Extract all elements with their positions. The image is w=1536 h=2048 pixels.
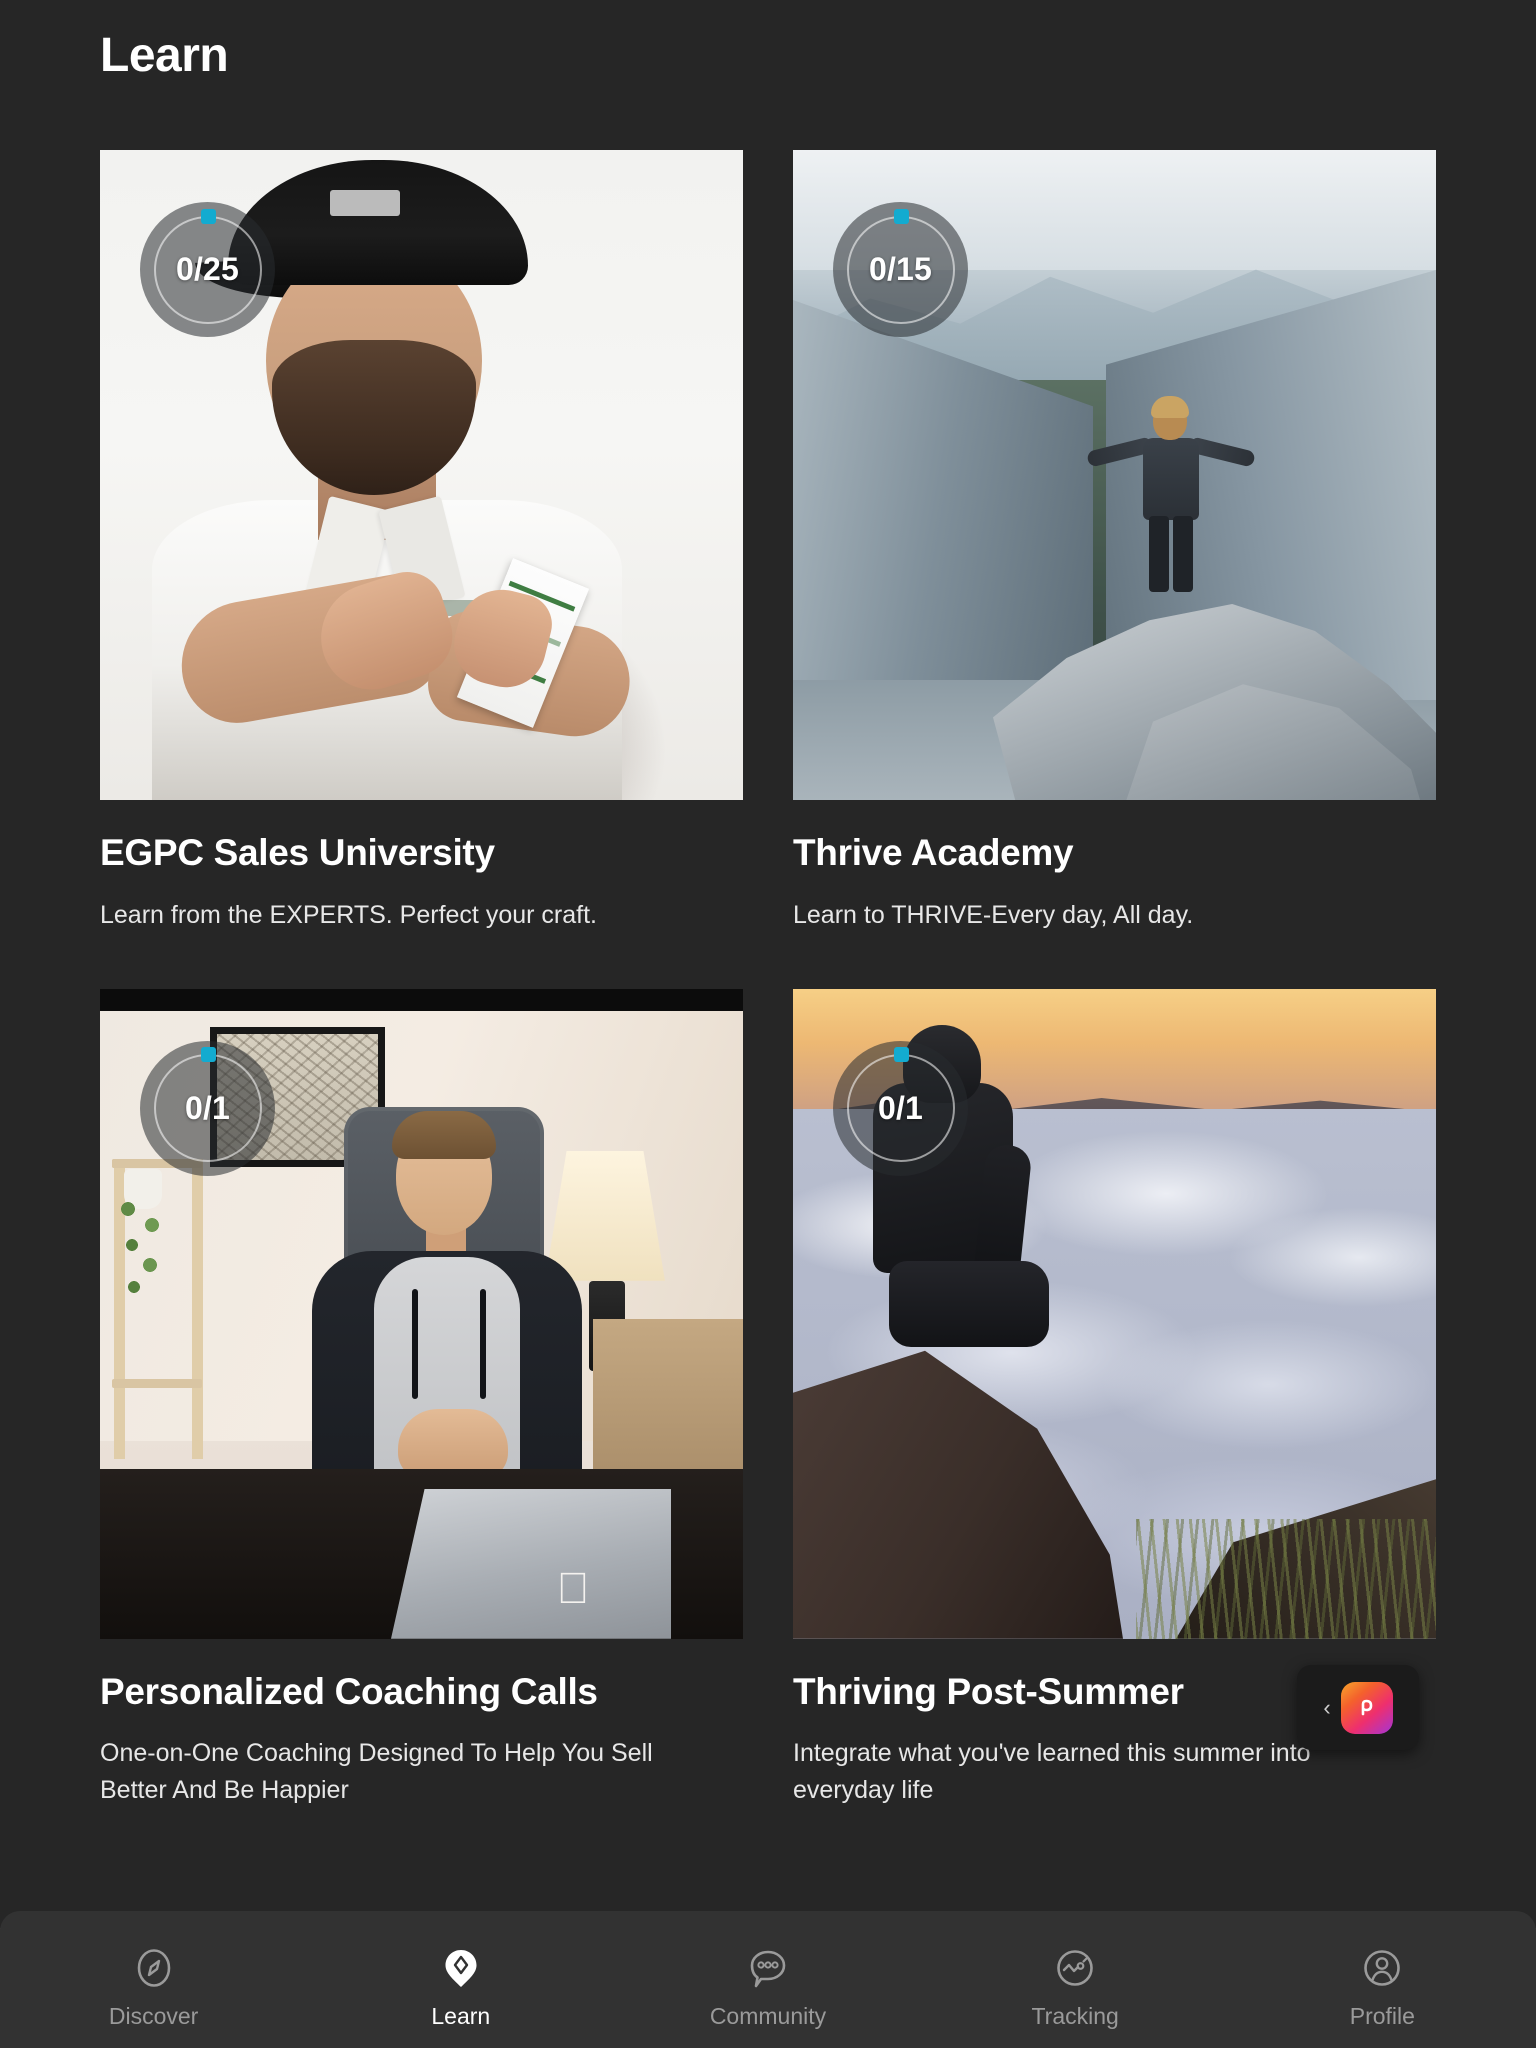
page-title: Learn: [100, 29, 229, 82]
tab-community[interactable]: Community: [618, 1945, 918, 2030]
compass-icon: [131, 1945, 177, 1991]
course-thumbnail[interactable]: 0/25: [100, 150, 743, 800]
tab-label: Community: [709, 2003, 827, 2029]
collapse-chevron-icon[interactable]: ‹: [1323, 1696, 1330, 1719]
tab-profile[interactable]: Profile: [1232, 1945, 1532, 2030]
progress-badge: 0/25: [140, 202, 275, 337]
tab-label: Profile: [1349, 2003, 1415, 2029]
progress-marker-dot: [200, 208, 216, 224]
learn-screen: Learn 0/25 EGPC Sales University Learn f…: [0, 0, 1536, 2048]
tab-label: Discover: [108, 2003, 199, 2029]
course-card-personalized-coaching-calls[interactable]:  0/1 Personalized Coaching Calls One-on…: [100, 988, 743, 1808]
course-title: EGPC Sales University: [100, 832, 495, 873]
progress-badge: 0/1: [140, 1040, 275, 1176]
chart-circle-icon: [1052, 1945, 1098, 1991]
tab-label: Tracking: [1031, 2003, 1119, 2029]
progress-marker-dot: [893, 1047, 909, 1063]
person-circle-icon: [1359, 1945, 1405, 1991]
progress-badge: 0/15: [833, 202, 968, 337]
course-subtitle: Learn from the EXPERTS. Perfect your cra…: [100, 900, 597, 929]
course-title: Personalized Coaching Calls: [100, 1670, 598, 1712]
tab-label: Learn: [431, 2003, 491, 2029]
course-title: Thrive Academy: [793, 832, 1074, 873]
progress-count: 0/1: [184, 1089, 231, 1126]
course-card-grid: 0/25 EGPC Sales University Learn from th…: [100, 150, 1440, 1808]
apple-logo-icon: : [553, 1566, 593, 1613]
tab-learn[interactable]: Learn: [311, 1945, 611, 2030]
chat-bubble-icon: [745, 1945, 791, 1991]
tab-discover[interactable]: Discover: [4, 1945, 304, 2030]
course-thumbnail[interactable]: 0/1: [793, 988, 1436, 1639]
course-subtitle: Learn to THRIVE-Every day, All day.: [793, 900, 1194, 929]
progress-marker-dot: [200, 1047, 216, 1063]
progress-count: 0/15: [868, 251, 933, 287]
bottom-tab-bar: Discover Learn Community Tracking Profil…: [0, 1911, 1536, 2048]
course-card-thrive-academy[interactable]: 0/15 Thrive Academy Learn to THRIVE-Ever…: [793, 150, 1436, 933]
diamond-pin-icon: [438, 1945, 484, 1991]
progress-count: 0/25: [175, 251, 240, 287]
course-card-egpc-sales-university[interactable]: 0/25 EGPC Sales University Learn from th…: [100, 150, 743, 933]
tab-tracking[interactable]: Tracking: [925, 1945, 1225, 2030]
chat-launcher-icon[interactable]: [1340, 1681, 1393, 1734]
chat-launcher-widget[interactable]: ‹: [1297, 1665, 1419, 1750]
progress-marker-dot: [893, 208, 909, 224]
progress-count: 0/1: [877, 1089, 924, 1126]
course-thumbnail[interactable]: 0/15: [793, 150, 1436, 800]
course-thumbnail[interactable]:  0/1: [100, 988, 743, 1639]
course-subtitle: One-on-One Coaching Designed To Help You…: [100, 1739, 653, 1804]
progress-badge: 0/1: [833, 1040, 968, 1176]
